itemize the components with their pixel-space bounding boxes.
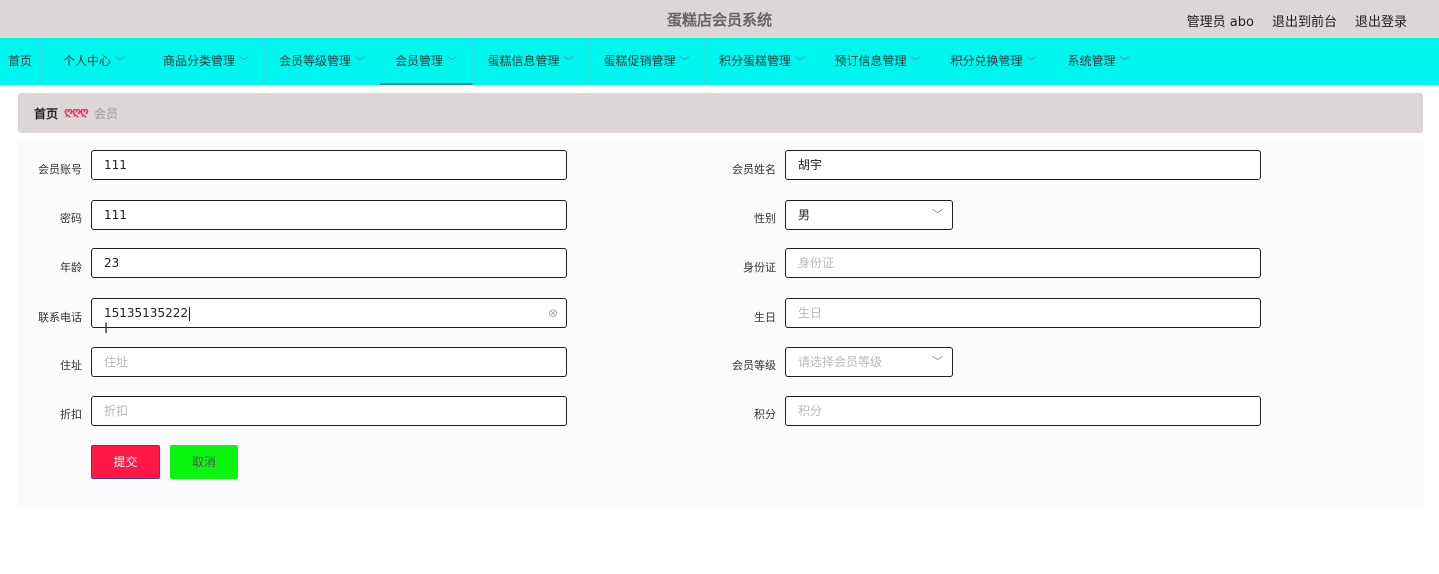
nav-item-member-level[interactable]: 会员等级管理 ﹀ — [265, 38, 380, 85]
discount-placeholder: 折扣 — [104, 404, 129, 418]
gender-select[interactable]: 男 ﹀ — [785, 200, 953, 230]
top-header: 蛋糕店会员系统 管理员 abo 退出到前台 退出登录 — [0, 0, 1439, 38]
chevron-down-icon: ﹀ — [239, 57, 249, 68]
name-value: 胡宇 — [798, 158, 823, 172]
id-card-label: 身份证 — [743, 261, 776, 274]
id-card-input[interactable]: 身份证 — [785, 248, 1261, 278]
points-input[interactable]: 积分 — [785, 396, 1261, 426]
age-label: 年龄 — [60, 261, 82, 274]
account-input[interactable]: 111 — [91, 150, 567, 180]
password-input[interactable]: 111 — [91, 200, 567, 230]
discount-input[interactable]: 折扣 — [91, 396, 567, 426]
address-placeholder: 住址 — [104, 355, 129, 369]
cancel-button[interactable]: 取消 — [170, 445, 238, 479]
discount-label: 折扣 — [60, 408, 82, 421]
phone-label: 联系电话 — [38, 311, 82, 324]
nav-item-label: 系统管理 — [1067, 54, 1116, 68]
name-label: 会员姓名 — [732, 163, 776, 176]
clear-icon[interactable]: ⊗ — [548, 299, 558, 327]
submit-button[interactable]: 提交 — [91, 445, 160, 479]
nav-item-member[interactable]: 会员管理 ﹀ — [380, 38, 473, 85]
logout-link[interactable]: 退出登录 — [1355, 11, 1407, 30]
level-select[interactable]: 请选择会员等级 ﹀ — [785, 347, 953, 377]
account-label: 会员账号 — [38, 163, 82, 176]
nav-item-label: 积分蛋糕管理 — [718, 54, 791, 68]
id-card-placeholder: 身份证 — [798, 256, 835, 270]
nav-item-label: 个人中心 — [62, 54, 111, 68]
birthday-label: 生日 — [754, 311, 776, 324]
header-actions: 管理员 abo 退出到前台 退出登录 — [1187, 11, 1407, 30]
nav-item-system[interactable]: 系统管理 ﹀ — [1052, 38, 1146, 85]
chevron-down-icon: ﹀ — [563, 57, 574, 68]
nav-item-label: 蛋糕促销管理 — [603, 54, 676, 68]
gender-value: 男 — [798, 208, 811, 222]
nav-item-cake-info[interactable]: 蛋糕信息管理 ﹀ — [473, 38, 589, 85]
breadcrumb-current: 会员 — [94, 107, 119, 121]
password-value: 111 — [104, 208, 127, 222]
phone-input[interactable]: 15135135222 ⊗ — [91, 298, 567, 328]
address-input[interactable]: 住址 — [91, 347, 567, 377]
level-placeholder: 请选择会员等级 — [798, 355, 883, 369]
chevron-down-icon: ﹀ — [795, 57, 805, 68]
password-label: 密码 — [60, 212, 82, 225]
nav-item-points-exchange[interactable]: 积分兑换管理 ﹀ — [936, 38, 1052, 85]
chevron-down-icon: ﹀ — [1119, 57, 1130, 68]
text-caret — [188, 306, 190, 321]
chevron-down-icon: ﹀ — [115, 57, 125, 68]
chevron-down-icon: ﹀ — [355, 57, 365, 68]
breadcrumb-home[interactable]: 首页 — [34, 105, 58, 122]
gender-label: 性别 — [754, 212, 776, 225]
nav-item-points-cake[interactable]: 积分蛋糕管理 ﹀ — [705, 38, 820, 85]
age-input[interactable]: 23 — [91, 248, 567, 278]
breadcrumb-separator-icon: ღღღ — [64, 105, 89, 118]
name-input[interactable]: 胡宇 — [785, 150, 1261, 180]
nav-item-label: 首页 — [7, 54, 32, 68]
nav-item-booking[interactable]: 预订信息管理 ﹀ — [820, 38, 936, 85]
nav-item-cake-promo[interactable]: 蛋糕促销管理 ﹀ — [589, 38, 705, 85]
chevron-down-icon: ﹀ — [447, 57, 457, 68]
phone-value: 15135135222 — [104, 306, 188, 320]
birthday-input[interactable]: 生日 — [785, 298, 1261, 328]
chevron-down-icon: ﹀ — [910, 57, 921, 68]
nav-item-label: 积分兑换管理 — [950, 54, 1023, 68]
chevron-down-icon: ﹀ — [932, 208, 943, 221]
breadcrumb: 首页 ღღღ 会员 — [18, 93, 1423, 133]
chevron-down-icon: ﹀ — [932, 355, 943, 368]
nav-item-label: 蛋糕信息管理 — [487, 54, 560, 68]
account-value: 111 — [104, 158, 127, 172]
nav-item-label: 预订信息管理 — [834, 54, 907, 68]
nav-item-label: 会员等级管理 — [278, 54, 351, 68]
level-label: 会员等级 — [732, 359, 776, 372]
age-value: 23 — [104, 256, 120, 270]
points-label: 积分 — [754, 408, 776, 421]
nav-item-home[interactable]: 首页 — [0, 38, 41, 85]
nav-item-category[interactable]: 商品分类管理 ﹀ — [148, 38, 265, 85]
nav-item-personal-center[interactable]: 个人中心 ﹀ — [41, 38, 148, 85]
nav-item-label: 商品分类管理 — [162, 54, 235, 68]
points-placeholder: 积分 — [798, 404, 823, 418]
birthday-placeholder: 生日 — [798, 306, 823, 320]
exit-to-front-link[interactable]: 退出到前台 — [1272, 11, 1337, 30]
text-cursor-icon: Ι — [104, 321, 109, 337]
chevron-down-icon: ﹀ — [1026, 57, 1037, 68]
nav-item-label: 会员管理 — [394, 54, 443, 68]
main-nav: 首页 个人中心 ﹀ 商品分类管理 ﹀ 会员等级管理 ﹀ 会员管理 ﹀ 蛋糕信息管理 ﹀ 蛋… — [0, 38, 1439, 85]
admin-label: 管理员 abo — [1186, 15, 1254, 30]
chevron-down-icon: ﹀ — [679, 57, 690, 68]
address-label: 住址 — [60, 359, 82, 372]
